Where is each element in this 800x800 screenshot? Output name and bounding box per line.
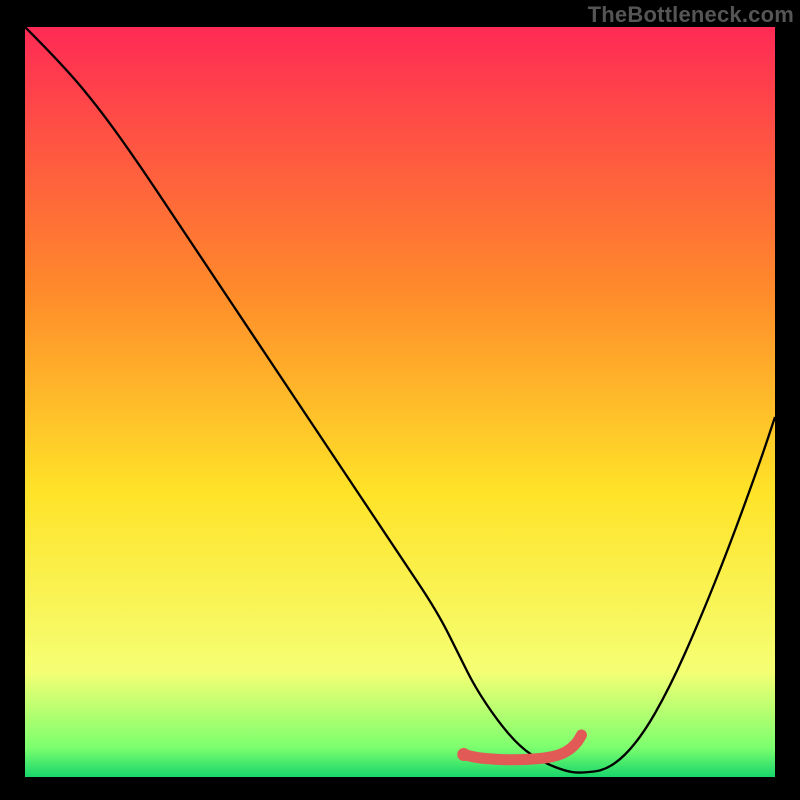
plot-area xyxy=(25,27,775,777)
chart-frame: TheBottleneck.com xyxy=(0,0,800,800)
chart-svg xyxy=(25,27,775,777)
optimal-marker-start-dot xyxy=(457,748,470,761)
watermark: TheBottleneck.com xyxy=(588,2,794,28)
gradient-background xyxy=(25,27,775,777)
